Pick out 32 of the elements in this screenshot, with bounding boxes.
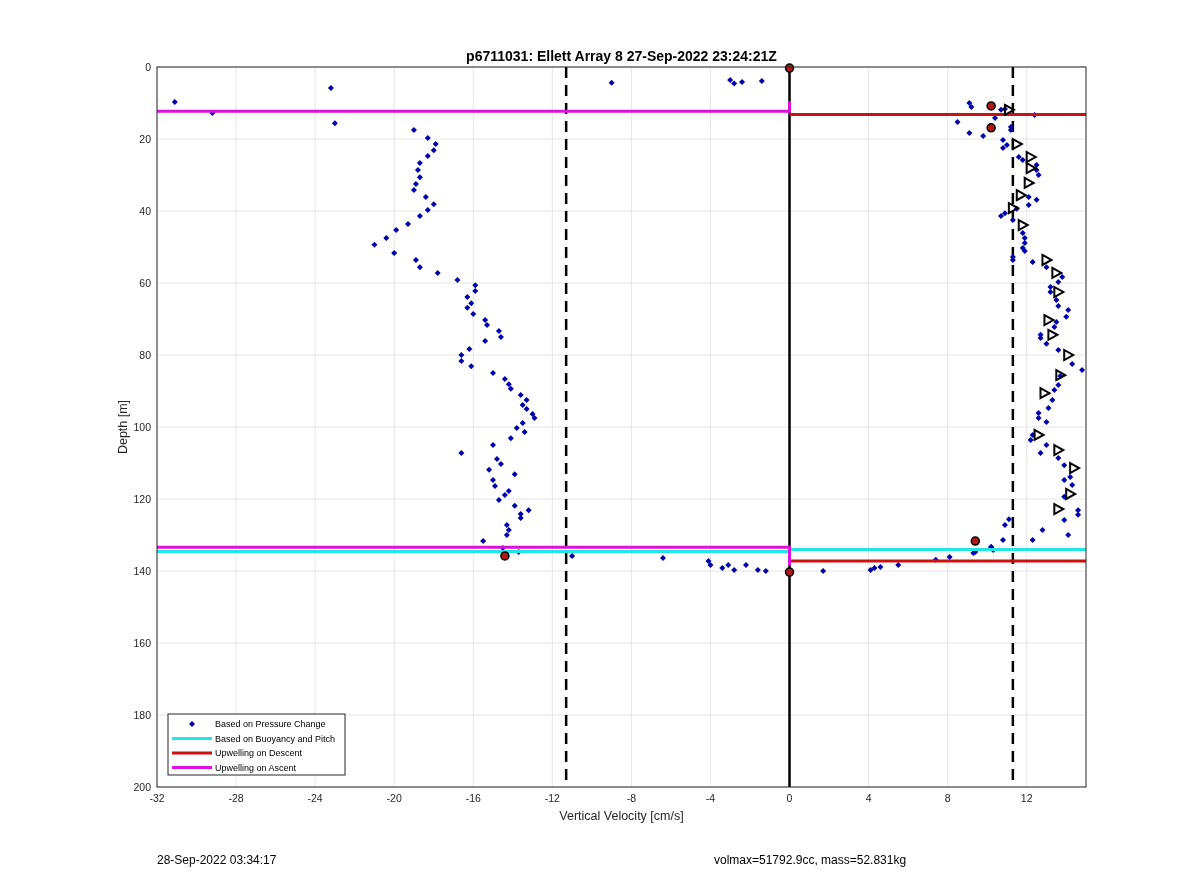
legend-label: Upwelling on Ascent: [215, 762, 297, 773]
y-tick-label: 40: [139, 205, 151, 217]
x-tick-label: -16: [465, 792, 481, 804]
y-tick-label: 20: [139, 133, 151, 145]
y-tick-label: 200: [133, 781, 151, 793]
x-tick-label: -28: [228, 792, 244, 804]
y-axis-label: Depth [m]: [116, 399, 130, 455]
legend-label: Based on Pressure Change: [215, 719, 326, 729]
x-tick-label: -32: [149, 792, 165, 804]
float-parameters-text: volmax=51792.9cc, mass=52.831kg: [714, 853, 907, 867]
x-tick-label: 8: [944, 792, 951, 804]
x-tick-label: 12: [1020, 792, 1033, 804]
y-tick-label: 180: [133, 709, 151, 721]
x-tick-label: -20: [386, 792, 402, 804]
y-tick-label: 100: [133, 421, 151, 433]
x-tick-label: -12: [544, 792, 560, 804]
y-tick-label: 140: [133, 565, 151, 577]
legend-label: Based on Buoyancy and Pitch: [215, 733, 336, 744]
y-tick-label: 0: [145, 61, 151, 73]
x-tick-label: 0: [786, 792, 793, 804]
y-tick-label: 120: [133, 493, 151, 505]
x-tick-label: -4: [705, 792, 716, 804]
timestamp-text: 28-Sep-2022 03:34:17: [157, 853, 277, 867]
x-tick-label: -24: [307, 792, 323, 804]
legend-label: Upwelling on Descent: [215, 748, 303, 758]
y-tick-label: 60: [139, 277, 151, 289]
chart-title: p6711031: Ellett Array 8 27-Sep-2022 23:24:21Z: [466, 48, 777, 64]
x-axis-label: Vertical Velocity [cm/s]: [559, 809, 684, 823]
y-tick-label: 160: [133, 637, 151, 649]
x-tick-label: -8: [626, 792, 637, 804]
x-tick-label: 4: [865, 792, 872, 804]
y-tick-label: 80: [139, 349, 151, 361]
